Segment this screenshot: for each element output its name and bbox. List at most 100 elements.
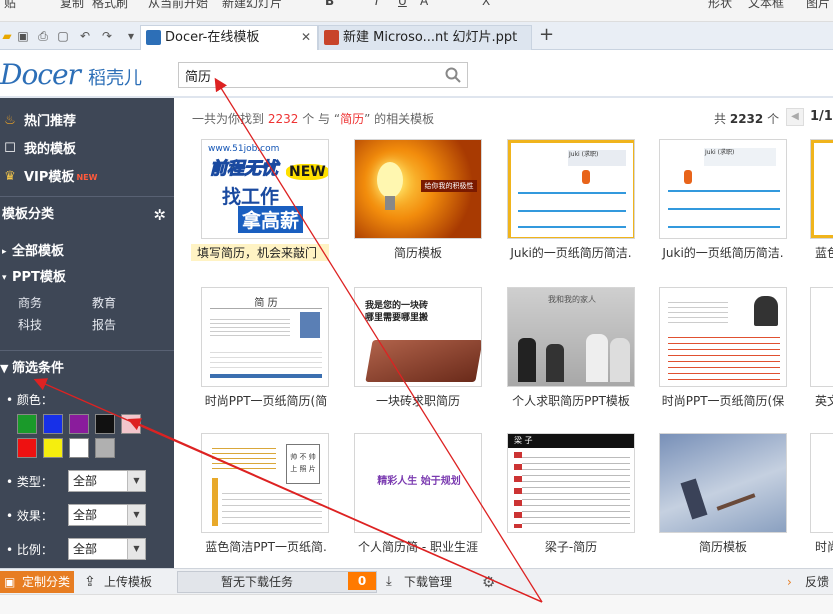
search-box[interactable]	[178, 62, 468, 88]
sidebar-item-label: PPT模板	[12, 270, 66, 285]
type-select[interactable]: 全部 ▼	[68, 470, 146, 492]
template-caption[interactable]: Juki的一页纸简历简洁.	[648, 244, 798, 261]
gear-icon[interactable]: ✲	[153, 197, 166, 233]
save-icon[interactable]: ▣	[16, 29, 30, 43]
template-caption[interactable]: 个人求职简历PPT模板	[496, 392, 646, 409]
close-icon[interactable]: ✕	[301, 26, 311, 49]
custom-category-label: 定制分类	[22, 575, 71, 589]
template-card[interactable]: Juki (求职)	[659, 139, 787, 239]
ribbon-italic[interactable]: I	[375, 0, 379, 8]
template-caption[interactable]: 填写简历，机会来敲门	[191, 244, 329, 261]
tab-docer[interactable]: Docer-在线模板 ✕	[140, 25, 318, 50]
template-caption[interactable]: 时尚PPT一页纸简历(保	[648, 392, 798, 409]
ribbon-underline[interactable]: U	[398, 0, 407, 8]
color-swatch-white[interactable]	[69, 438, 89, 458]
tab-ppt-label: 新建 Microso...nt 幻灯片.ppt	[343, 30, 518, 45]
template-card[interactable]	[810, 287, 833, 387]
sidebar-item-vip[interactable]: ♛ VIP模板 NEW	[0, 166, 97, 190]
status-bar	[0, 594, 833, 614]
docer-logo-cn: 稻壳儿	[88, 68, 142, 89]
color-swatch-gray[interactable]	[95, 438, 115, 458]
chevron-right-icon: ▸	[2, 247, 7, 257]
template-caption[interactable]: 蓝色	[815, 244, 833, 261]
template-caption[interactable]: 梁子-简历	[496, 538, 646, 555]
sidebar-item-mine[interactable]: ☐ 我的模板	[0, 138, 76, 162]
docer-tab-icon	[146, 30, 161, 45]
subcat-education[interactable]: 教育	[92, 294, 116, 311]
undo-icon[interactable]: ↶	[78, 29, 92, 43]
redo-icon[interactable]: ↷	[100, 29, 114, 43]
tab-ppt[interactable]: 新建 Microso...nt 幻灯片.ppt	[318, 25, 532, 50]
ratio-select[interactable]: 全部 ▼	[68, 538, 146, 560]
subcat-tech[interactable]: 科技	[18, 316, 42, 333]
template-card[interactable]	[810, 433, 833, 533]
template-card[interactable]: 精彩人生 始于规划	[354, 433, 482, 533]
ribbon-textbox[interactable]: 文本框	[748, 0, 784, 11]
download-count-badge: 0	[348, 572, 376, 590]
subcat-business[interactable]: 商务	[18, 294, 42, 311]
ribbon-picture[interactable]: 图片	[806, 0, 830, 11]
ribbon-font-color[interactable]: A	[420, 0, 428, 8]
template-card[interactable]: 给你我的积极性	[354, 139, 482, 239]
upload-template-button[interactable]: ⇪ 上传模板	[82, 571, 152, 593]
color-swatch-black[interactable]	[95, 414, 115, 434]
template-card[interactable]: 我是您的一块砖 哪里需要哪里搬	[354, 287, 482, 387]
print-icon[interactable]: ⎙	[36, 29, 50, 43]
template-caption[interactable]: 一块砖求职简历	[343, 392, 493, 409]
template-card[interactable]	[659, 433, 787, 533]
print-preview-icon[interactable]: ▢	[56, 29, 70, 43]
template-card[interactable]	[810, 139, 833, 239]
template-caption[interactable]: 时尚PPT一页纸简历(简	[191, 392, 341, 409]
feedback-button[interactable]: › 反馈	[783, 571, 829, 593]
search-icon[interactable]	[445, 67, 461, 83]
ratio-label: • 比例：	[6, 543, 53, 557]
ribbon-subscript[interactable]: X	[482, 0, 490, 8]
dropdown-chevron-icon[interactable]: ▾	[124, 29, 138, 43]
search-input[interactable]	[179, 63, 429, 87]
open-folder-icon[interactable]: ▰	[0, 29, 14, 43]
template-caption[interactable]: 蓝色简洁PPT一页纸简.	[191, 538, 341, 555]
prev-page-button[interactable]: ◀	[786, 108, 804, 126]
download-manager-button[interactable]: ⤓ 下载管理	[382, 571, 452, 593]
color-swatch-yellow[interactable]	[43, 438, 63, 458]
ribbon-format-painter[interactable]: 格式刷	[92, 0, 128, 11]
template-caption[interactable]: 个人简历简 - 职业生涯	[343, 538, 493, 555]
ribbon-bold[interactable]: B	[325, 0, 334, 8]
settings-gear-icon[interactable]: ⚙	[478, 571, 495, 593]
template-card[interactable]: 简 历	[201, 287, 329, 387]
color-swatch-purple[interactable]	[69, 414, 89, 434]
template-card[interactable]: 帅 不 帅 上 照 片	[201, 433, 329, 533]
effect-select[interactable]: 全部 ▼	[68, 504, 146, 526]
color-swatch-green[interactable]	[17, 414, 37, 434]
pager-total: 共 2232 个	[714, 112, 780, 126]
template-caption[interactable]: 英文	[815, 392, 833, 409]
ribbon-from-current[interactable]: 从当前开始	[148, 0, 208, 11]
ppt-file-icon	[324, 30, 339, 45]
ribbon-paste[interactable]: 贴	[4, 0, 16, 11]
template-card[interactable]: www.51job.com 前程无忧 NEW 找工作 拿高薪	[201, 139, 329, 239]
template-caption[interactable]: 简历模板	[648, 538, 798, 555]
color-swatch-pink[interactable]	[121, 414, 141, 434]
color-swatch-blue[interactable]	[43, 414, 63, 434]
category-title: 模板分类	[2, 207, 55, 222]
upload-label: 上传模板	[104, 575, 153, 589]
sidebar-item-all[interactable]: ▸ 全部模板	[0, 240, 64, 264]
template-caption[interactable]: Juki的一页纸简历简洁.	[496, 244, 646, 261]
sidebar-item-label: 热门推荐	[24, 114, 77, 129]
subcat-report[interactable]: 报告	[92, 316, 116, 333]
template-caption[interactable]: 简历模板	[343, 244, 493, 261]
sidebar-item-label: 全部模板	[12, 244, 65, 259]
template-caption[interactable]: 时尚	[815, 538, 833, 555]
custom-category-button[interactable]: ▣ 定制分类	[0, 571, 74, 593]
new-tab-plus-icon[interactable]: +	[539, 24, 554, 45]
ribbon-copy[interactable]: 复制	[60, 0, 84, 11]
sidebar-item-ppt[interactable]: ▾ PPT模板	[0, 266, 66, 290]
sidebar-item-hot[interactable]: ♨ 热门推荐	[0, 110, 76, 134]
template-card[interactable]: 梁 子	[507, 433, 635, 533]
ribbon-new-slide[interactable]: 新建幻灯片	[222, 0, 282, 11]
color-swatch-red[interactable]	[17, 438, 37, 458]
template-card[interactable]: 我和我的家人	[507, 287, 635, 387]
ribbon-shape[interactable]: 形状	[708, 0, 732, 11]
template-card[interactable]: Juki (求职)	[507, 139, 635, 239]
template-card[interactable]	[659, 287, 787, 387]
